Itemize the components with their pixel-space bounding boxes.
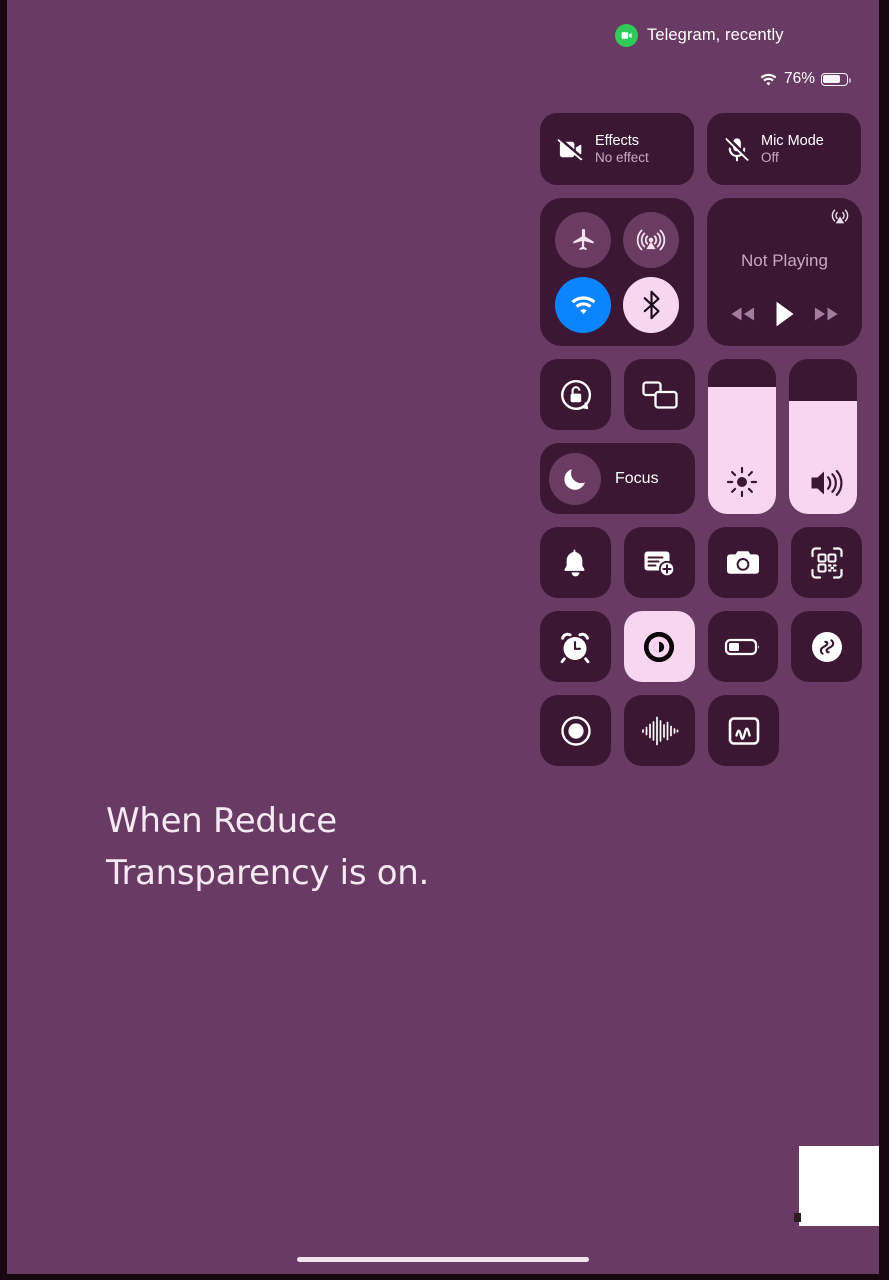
caption-line-2: Transparency is on. [106, 853, 430, 893]
video-camera-icon [615, 24, 638, 47]
battery-percent-label: 76% [784, 70, 816, 87]
qr-code-icon [810, 546, 844, 580]
wifi-button[interactable] [555, 276, 611, 333]
camera-icon [725, 549, 761, 577]
focus-label: Focus [615, 469, 659, 487]
rotation-lock-open-icon [556, 375, 596, 415]
brightness-slider[interactable] [708, 359, 776, 514]
mic-mode-subtitle: Off [761, 150, 779, 165]
alarm-clock-icon [558, 630, 592, 664]
low-power-mode-button[interactable] [707, 611, 779, 682]
camera-usage-indicator[interactable]: Telegram, recently [615, 24, 784, 47]
status-bar-right: 76% [759, 70, 852, 88]
quick-note-button[interactable] [623, 527, 695, 598]
control-grid-row-3 [540, 695, 862, 766]
note-plus-icon [642, 548, 676, 578]
screen-mirroring-button[interactable] [624, 359, 695, 430]
media-controls [707, 300, 862, 328]
waveform-icon [640, 714, 680, 748]
fast-forward-icon[interactable] [813, 305, 840, 323]
control-grid-row-1 [540, 527, 862, 598]
mic-mode-tile[interactable]: Mic Mode Off [707, 113, 861, 185]
shazam-icon [809, 629, 845, 665]
airdrop-icon [636, 225, 666, 255]
airdrop-button[interactable] [623, 211, 679, 268]
effects-tile[interactable]: Effects No effect [540, 113, 694, 185]
play-icon[interactable] [773, 300, 796, 328]
wifi-icon [759, 72, 778, 87]
microphone-slash-icon [724, 136, 750, 163]
caption-text: When Reduce Transparency is on. [106, 795, 429, 899]
bluetooth-icon [639, 290, 664, 320]
freeform-button[interactable] [708, 695, 779, 766]
screen-mirroring-icon [641, 379, 679, 411]
control-center: Effects No effect Mic Mode Off Not Playi… [540, 113, 862, 766]
bell-icon [561, 547, 590, 578]
record-circle-icon [558, 713, 594, 749]
code-scanner-button[interactable] [791, 527, 862, 598]
freeform-scribble-icon [727, 715, 761, 747]
now-playing-title: Not Playing [741, 251, 828, 270]
dark-mode-button[interactable] [623, 611, 695, 682]
airplane-mode-button[interactable] [555, 211, 611, 268]
camera-usage-label: Telegram, recently [647, 26, 784, 44]
effects-subtitle: No effect [595, 150, 649, 165]
caption-line-1: When Reduce [106, 801, 337, 841]
connectivity-module [540, 198, 694, 346]
rewind-icon[interactable] [729, 305, 756, 323]
video-conference-row: Effects No effect Mic Mode Off [540, 113, 862, 185]
home-indicator[interactable] [297, 1257, 589, 1262]
wifi-icon [569, 294, 598, 316]
battery-low-icon [724, 636, 762, 658]
white-overlay-box [799, 1146, 879, 1226]
shazam-button[interactable] [791, 611, 862, 682]
dark-mode-circle-icon [641, 629, 677, 665]
camera-button[interactable] [707, 527, 779, 598]
airplay-audio-icon[interactable] [829, 206, 851, 228]
rotation-lock-button[interactable] [540, 359, 611, 430]
control-grid-row-2 [540, 611, 862, 682]
effects-title: Effects [595, 133, 640, 149]
ipad-screen: Telegram, recently 76% Effects No effect… [7, 0, 879, 1274]
crescent-moon-icon [549, 452, 601, 505]
airplane-icon [570, 226, 597, 253]
focus-tile[interactable]: Focus [540, 443, 695, 514]
screen-recording-button[interactable] [540, 695, 611, 766]
overlay-edge-mark [794, 1213, 801, 1222]
speaker-waves-icon [789, 466, 857, 500]
sliders-group [708, 359, 857, 514]
voice-memos-button[interactable] [624, 695, 695, 766]
brightness-sun-icon [708, 464, 776, 500]
battery-icon [821, 72, 852, 86]
bluetooth-button[interactable] [623, 276, 679, 333]
mic-mode-title: Mic Mode [761, 133, 824, 149]
silent-mode-button[interactable] [540, 527, 611, 598]
volume-slider[interactable] [789, 359, 857, 514]
video-camera-slash-icon [557, 136, 584, 163]
now-playing-module[interactable]: Not Playing [707, 198, 862, 346]
alarm-button[interactable] [540, 611, 611, 682]
